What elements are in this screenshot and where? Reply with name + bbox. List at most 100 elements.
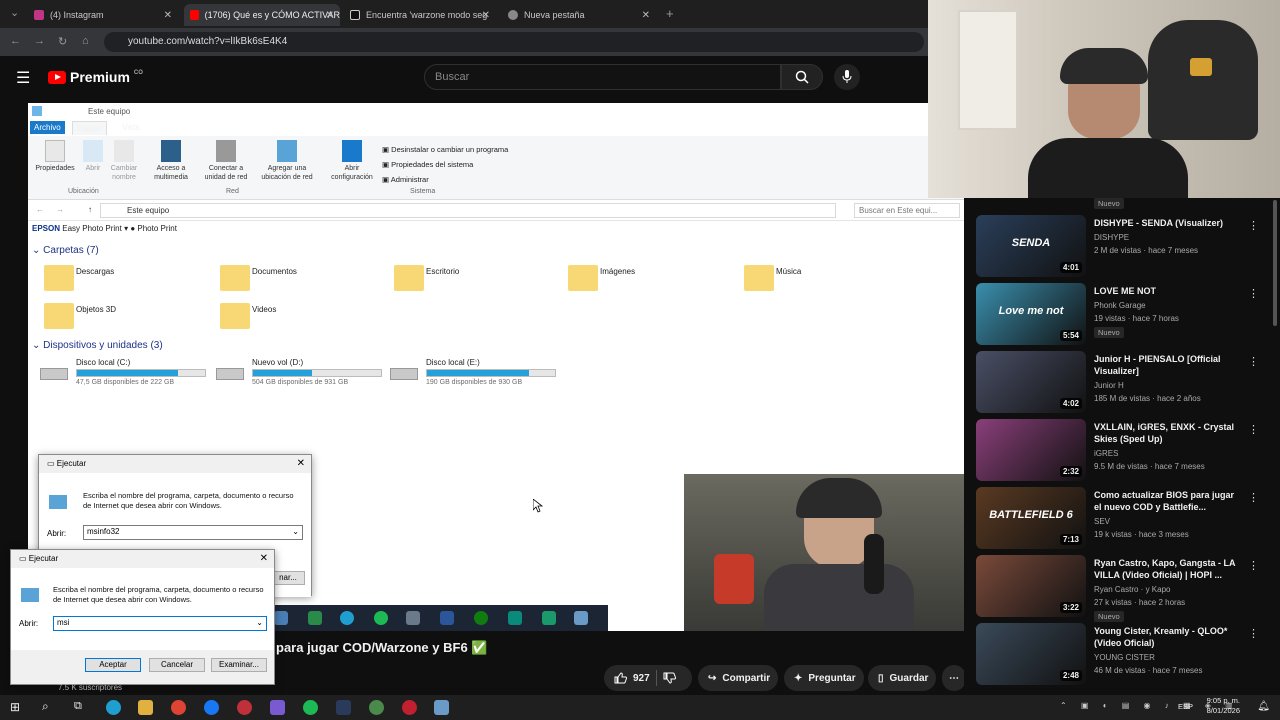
up-icon[interactable]: ↑ (88, 205, 92, 214)
recommended-video[interactable]: 4:02 Junior H - PIENSALO [Official Visual… (976, 351, 1276, 415)
explorer-search[interactable]: Buscar en Este equi... (854, 203, 960, 218)
video-title[interactable]: DISHYPE - SENDA (Visualizer) (1094, 217, 1244, 229)
recommended-video[interactable]: 2:32 VXLLAIN, iGRES, ENXK - Crystal Skies… (976, 419, 1276, 483)
video-thumbnail[interactable]: Love me not 5:54 (976, 283, 1086, 345)
tab-instagram[interactable]: (4) Instagram ✕ (28, 4, 178, 26)
run-app-icon[interactable] (434, 700, 449, 715)
close-tab-icon[interactable]: ✕ (482, 10, 490, 21)
facebook-icon[interactable] (204, 700, 219, 715)
back-icon[interactable]: ← (10, 35, 21, 47)
menu-icon[interactable]: ☰ (16, 68, 30, 88)
media-access-button[interactable]: Acceso a multimedia (146, 140, 196, 182)
file-explorer-icon[interactable] (138, 700, 153, 715)
video-thumbnail[interactable]: 2:32 (976, 419, 1086, 481)
video-thumbnail[interactable]: 4:02 (976, 351, 1086, 413)
video-thumbnail[interactable]: 3:22 (976, 555, 1086, 617)
folder-icon[interactable] (220, 303, 250, 329)
close-tab-icon[interactable]: ✕ (642, 10, 650, 21)
folder-icon[interactable] (44, 303, 74, 329)
more-options-icon[interactable]: ⋮ (1248, 559, 1259, 572)
chrome-icon[interactable] (171, 700, 186, 715)
steam-icon[interactable] (336, 700, 351, 715)
properties-button[interactable]: Propiedades (32, 140, 78, 173)
easy-photo-print-button[interactable]: Easy Photo Print ▾ (62, 224, 128, 233)
recommended-video[interactable]: 3:22 Ryan Castro, Kapo, Gangsta - LA VILL… (976, 555, 1276, 622)
tab-equipo[interactable]: Equipo (72, 121, 107, 135)
more-options-icon[interactable]: ⋮ (1248, 423, 1259, 436)
recommended-video[interactable]: 2:48 Young Cister, Kreamly - QLOO* (Video… (976, 623, 1276, 687)
video-title[interactable]: VXLLAIN, iGRES, ENXK - Crystal Skies (Sp… (1094, 421, 1244, 445)
close-tab-icon[interactable]: ✕ (164, 10, 172, 21)
search-button[interactable] (781, 64, 823, 90)
save-button[interactable]: ▯ Guardar (868, 665, 936, 691)
chevron-down-icon[interactable]: ⌄ (256, 617, 263, 629)
close-tab-icon[interactable]: ✕ (326, 10, 334, 21)
search-icon[interactable]: ⌕ (42, 699, 49, 714)
forward-icon[interactable]: → (56, 205, 64, 214)
voice-search-button[interactable] (834, 64, 860, 90)
more-options-icon[interactable]: ⋮ (1248, 491, 1259, 504)
map-drive-button[interactable]: Conectar a unidad de red (198, 140, 254, 182)
video-title[interactable]: LOVE ME NOT (1094, 285, 1244, 297)
folder-icon[interactable] (44, 265, 74, 291)
folder-label[interactable]: Objetos 3D (76, 305, 116, 314)
folder-label[interactable]: Descargas (76, 267, 114, 276)
edge-icon[interactable] (106, 700, 121, 715)
channel-name[interactable]: Phonk Garage (1094, 301, 1146, 310)
thumbs-down-icon[interactable] (663, 672, 676, 684)
tab-list-icon[interactable]: ⌄ (10, 6, 19, 19)
more-options-icon[interactable]: ⋮ (1248, 627, 1259, 640)
task-view-icon[interactable]: ⧉ (74, 700, 82, 713)
more-actions-button[interactable]: ⋯ (942, 665, 966, 691)
app-icon[interactable] (402, 700, 417, 715)
video-thumbnail[interactable]: SENDA 4:01 (976, 215, 1086, 277)
url-field[interactable]: youtube.com/watch?v=lIkBk6sE4K4 (104, 32, 924, 52)
cancel-button[interactable]: Cancelar (149, 658, 205, 672)
video-thumbnail[interactable]: 2:48 (976, 623, 1086, 685)
rename-button[interactable]: Cambiar nombre (108, 140, 140, 182)
youtube-logo[interactable]: Premium CO (48, 69, 143, 85)
close-icon[interactable]: ✕ (260, 553, 268, 564)
windows-start-icon[interactable]: ⊞ (10, 700, 20, 714)
video-title[interactable]: Junior H - PIENSALO [Official Visualizer… (1094, 353, 1244, 377)
like-button[interactable]: 927 (614, 672, 650, 684)
folders-header[interactable]: ⌄ Carpetas (7) (32, 245, 99, 256)
channel-name[interactable]: YOUNG CISTER (1094, 653, 1155, 662)
recommended-video[interactable]: BATTLEFIELD 6 7:13 Como actualizar BIOS pa… (976, 487, 1276, 551)
video-title[interactable]: Ryan Castro, Kapo, Gangsta - LA VILLA (V… (1094, 557, 1244, 581)
ok-button[interactable]: Aceptar (85, 658, 141, 672)
discord-icon[interactable] (270, 700, 285, 715)
tab-tiktok[interactable]: Encuentra 'warzone modo seg ✕ (344, 4, 496, 26)
tab-youtube[interactable]: (1706) Qué es y CÓMO ACTIVAR ✕ (184, 4, 340, 26)
channel-name[interactable]: Junior H (1094, 381, 1124, 390)
folder-icon[interactable] (744, 265, 774, 291)
uninstall-link[interactable]: ▣ Desinstalar o cambiar un programa (382, 142, 508, 157)
folder-icon[interactable] (220, 265, 250, 291)
reload-icon[interactable]: ↻ (58, 35, 67, 48)
devices-header[interactable]: ⌄ Dispositivos y unidades (3) (32, 340, 163, 351)
forward-icon[interactable]: → (34, 35, 45, 47)
run-input[interactable]: msinfo32 ⌄ (83, 525, 303, 540)
folder-label[interactable]: Música (776, 267, 801, 276)
new-tab-icon[interactable]: + (666, 6, 674, 21)
folder-label[interactable]: Escritorio (426, 267, 459, 276)
channel-name[interactable]: DISHYPE (1094, 233, 1129, 242)
notification-icon[interactable]: 🔔︎ (1257, 701, 1270, 712)
more-options-icon[interactable]: ⋮ (1248, 355, 1259, 368)
video-title[interactable]: Como actualizar BIOS para jugar el nuevo… (1094, 489, 1244, 513)
search-input[interactable]: Buscar (424, 64, 781, 90)
recommended-video[interactable]: Love me not 5:54 LOVE ME NOT Phonk Garage 19… (976, 283, 1276, 347)
system-properties-link[interactable]: ▣ Propiedades del sistema (382, 157, 508, 172)
home-icon[interactable]: ⌂ (82, 35, 89, 47)
folder-icon[interactable] (568, 265, 598, 291)
open-button[interactable]: Abrir (80, 140, 106, 173)
tab-vista[interactable]: Vista (118, 121, 144, 134)
share-button[interactable]: ↪ Compartir (698, 665, 778, 691)
path-field[interactable]: Este equipo (100, 203, 836, 218)
folder-label[interactable]: Videos (252, 305, 276, 314)
folder-label[interactable]: Imágenes (600, 267, 635, 276)
add-network-location-button[interactable]: Agregar una ubicación de red (256, 140, 318, 182)
channel-name[interactable]: SEV (1094, 517, 1110, 526)
more-options-icon[interactable]: ⋮ (1248, 287, 1259, 300)
recommended-video[interactable]: SENDA 4:01 DISHYPE - SENDA (Visualizer) DIS… (976, 215, 1276, 279)
